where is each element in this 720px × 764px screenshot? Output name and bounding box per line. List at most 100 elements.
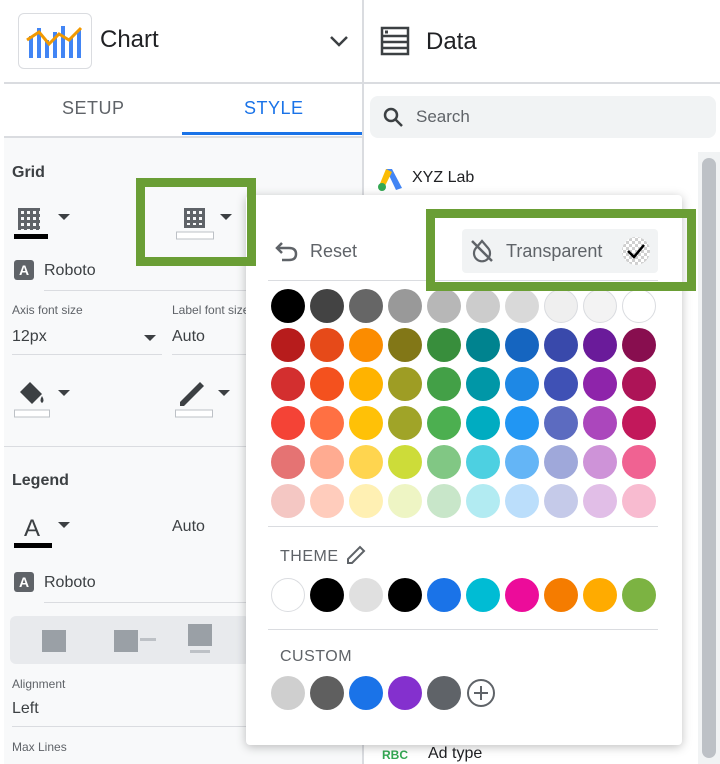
color-swatch[interactable] — [505, 328, 539, 362]
color-swatch[interactable] — [388, 484, 422, 518]
custom-color-swatch[interactable] — [388, 676, 422, 710]
color-swatch[interactable] — [544, 289, 578, 323]
label-font-size-select[interactable]: Auto — [172, 328, 205, 346]
theme-color-swatch[interactable] — [310, 578, 344, 612]
legend-position-none[interactable] — [42, 630, 66, 652]
caret-down-icon[interactable] — [58, 214, 70, 220]
color-swatch[interactable] — [466, 484, 500, 518]
color-swatch[interactable] — [583, 484, 617, 518]
color-swatch[interactable] — [388, 328, 422, 362]
color-swatch[interactable] — [310, 445, 344, 479]
color-swatch[interactable] — [349, 328, 383, 362]
caret-down-icon[interactable] — [58, 390, 70, 396]
pencil-color-icon[interactable] — [174, 374, 214, 418]
color-swatch[interactable] — [505, 406, 539, 440]
color-swatch[interactable] — [583, 367, 617, 401]
color-swatch[interactable] — [310, 406, 344, 440]
color-swatch[interactable] — [544, 484, 578, 518]
theme-color-swatch[interactable] — [427, 578, 461, 612]
color-swatch[interactable] — [349, 406, 383, 440]
color-swatch[interactable] — [427, 367, 461, 401]
color-swatch[interactable] — [271, 406, 305, 440]
color-swatch[interactable] — [622, 406, 656, 440]
color-swatch[interactable] — [622, 484, 656, 518]
custom-color-swatch[interactable] — [271, 676, 305, 710]
color-swatch[interactable] — [466, 328, 500, 362]
color-swatch[interactable] — [349, 445, 383, 479]
scrollbar-thumb[interactable] — [702, 158, 716, 758]
color-swatch[interactable] — [544, 328, 578, 362]
color-swatch[interactable] — [310, 328, 344, 362]
custom-color-swatch[interactable] — [427, 676, 461, 710]
grid-font-family[interactable]: Roboto — [44, 262, 96, 280]
tab-style[interactable]: STYLE — [244, 98, 304, 119]
color-swatch[interactable] — [466, 406, 500, 440]
color-swatch[interactable] — [505, 289, 539, 323]
color-swatch[interactable] — [583, 406, 617, 440]
color-swatch[interactable] — [427, 406, 461, 440]
custom-color-swatch[interactable] — [310, 676, 344, 710]
theme-color-swatch[interactable] — [544, 578, 578, 612]
color-swatch[interactable] — [271, 289, 305, 323]
color-swatch[interactable] — [349, 289, 383, 323]
caret-down-icon[interactable] — [58, 522, 70, 528]
search-input[interactable]: Search — [370, 96, 716, 138]
color-swatch[interactable] — [505, 445, 539, 479]
legend-font-size-select[interactable]: Auto — [172, 518, 205, 536]
fill-color-icon[interactable] — [14, 374, 50, 418]
theme-color-swatch[interactable] — [622, 578, 656, 612]
grid-border-color-icon[interactable] — [14, 206, 48, 240]
theme-color-swatch[interactable] — [349, 578, 383, 612]
field-ad-type[interactable]: Ad type — [428, 745, 482, 763]
color-swatch[interactable] — [622, 445, 656, 479]
caret-down-icon[interactable] — [144, 335, 156, 341]
color-swatch[interactable] — [622, 289, 656, 323]
data-source-name[interactable]: XYZ Lab — [412, 169, 474, 187]
tab-setup[interactable]: SETUP — [62, 98, 125, 119]
legend-font-family[interactable]: Roboto — [44, 574, 96, 592]
theme-color-swatch[interactable] — [271, 578, 305, 612]
color-swatch[interactable] — [622, 328, 656, 362]
color-swatch[interactable] — [349, 367, 383, 401]
alignment-select[interactable]: Left — [12, 700, 39, 718]
color-swatch[interactable] — [388, 406, 422, 440]
color-swatch[interactable] — [583, 328, 617, 362]
color-swatch[interactable] — [388, 445, 422, 479]
caret-down-icon[interactable] — [218, 390, 230, 396]
reset-button[interactable]: Reset — [272, 235, 382, 267]
edit-theme-icon[interactable] — [344, 543, 368, 567]
color-swatch[interactable] — [583, 289, 617, 323]
color-swatch[interactable] — [427, 445, 461, 479]
color-swatch[interactable] — [310, 289, 344, 323]
color-swatch[interactable] — [505, 484, 539, 518]
color-swatch[interactable] — [310, 484, 344, 518]
color-swatch[interactable] — [310, 367, 344, 401]
color-swatch[interactable] — [466, 445, 500, 479]
legend-position-right[interactable] — [114, 630, 138, 652]
axis-font-size-select[interactable]: 12px — [12, 328, 47, 346]
color-swatch[interactable] — [466, 289, 500, 323]
legend-text-color-icon[interactable]: A — [14, 514, 54, 550]
chart-type-header[interactable]: Chart — [4, 0, 362, 84]
color-swatch[interactable] — [271, 445, 305, 479]
custom-color-swatch[interactable] — [349, 676, 383, 710]
color-swatch[interactable] — [544, 406, 578, 440]
theme-color-swatch[interactable] — [388, 578, 422, 612]
color-swatch[interactable] — [544, 445, 578, 479]
color-swatch[interactable] — [427, 289, 461, 323]
theme-color-swatch[interactable] — [583, 578, 617, 612]
color-swatch[interactable] — [622, 367, 656, 401]
color-swatch[interactable] — [388, 367, 422, 401]
legend-position-bottom[interactable] — [188, 624, 212, 646]
color-swatch[interactable] — [505, 367, 539, 401]
color-swatch[interactable] — [349, 484, 383, 518]
color-swatch[interactable] — [271, 484, 305, 518]
color-swatch[interactable] — [544, 367, 578, 401]
add-color-icon[interactable] — [465, 677, 497, 709]
color-swatch[interactable] — [466, 367, 500, 401]
color-swatch[interactable] — [271, 367, 305, 401]
color-swatch[interactable] — [427, 484, 461, 518]
theme-color-swatch[interactable] — [466, 578, 500, 612]
chevron-down-icon[interactable] — [326, 28, 352, 54]
color-swatch[interactable] — [388, 289, 422, 323]
